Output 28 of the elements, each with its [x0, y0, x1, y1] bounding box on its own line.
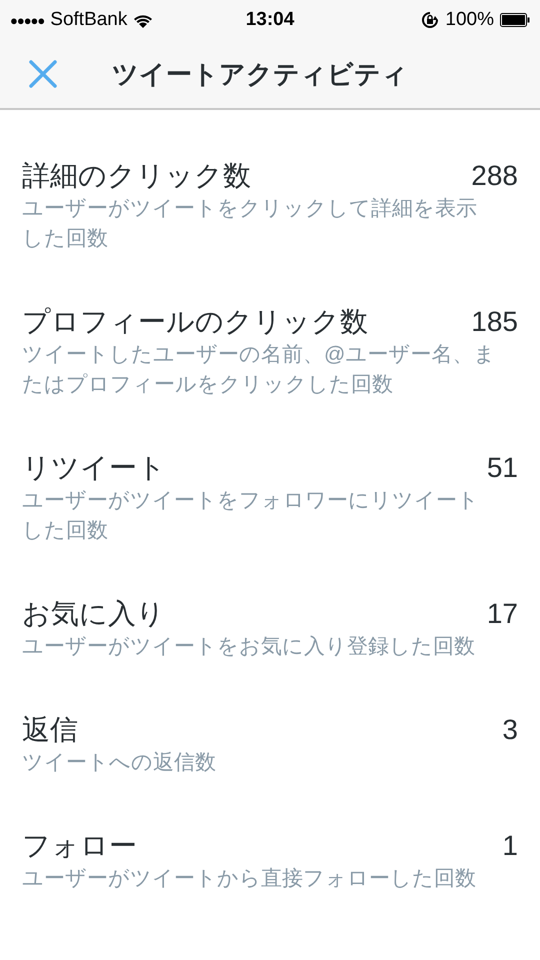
metric-description: ユーザーがツイートをクリックして詳細を表示した回数 — [22, 196, 478, 252]
close-icon — [28, 59, 58, 89]
metric-description: ツイートへの返信数 — [22, 750, 217, 776]
metric-count: 288 — [471, 160, 518, 192]
metric-description: ユーザーがツイートをお気に入り登録した回数 — [22, 634, 476, 660]
screen-title: ツイートアクティビティ — [112, 58, 408, 90]
close-button[interactable] — [28, 59, 58, 89]
wifi-icon — [133, 12, 154, 28]
metric-description: ユーザーがツイートから直接フォローした回数 — [22, 866, 477, 892]
battery-icon — [500, 13, 530, 27]
metric-label: フォロー — [22, 829, 137, 863]
metric-label: お気に入り — [22, 597, 165, 631]
rotation-lock-icon — [421, 11, 440, 29]
metric-count: 51 — [486, 452, 518, 484]
clock-time: 13:04 — [246, 9, 294, 31]
metric-label: プロフィールのクリック数 — [22, 305, 368, 339]
metric-count: 3 — [502, 714, 518, 746]
metric-count: 17 — [486, 598, 518, 630]
metric-label: 詳細のクリック数 — [22, 159, 251, 193]
battery-percentage: 100% — [445, 9, 494, 31]
metric-count: 1 — [502, 830, 518, 862]
metric-label: リツイート — [22, 451, 166, 485]
signal-strength: ●●●●● — [10, 12, 44, 28]
carrier-name: SoftBank — [50, 9, 128, 31]
metric-label: 返信 — [22, 713, 78, 747]
metric-count: 185 — [471, 306, 518, 338]
metric-description: ツイートしたユーザーの名前、@ユーザー名、またはプロフィールをクリックした回数 — [22, 342, 496, 398]
metric-description: ユーザーがツイートをフォロワーにリツイートした回数 — [22, 488, 480, 544]
